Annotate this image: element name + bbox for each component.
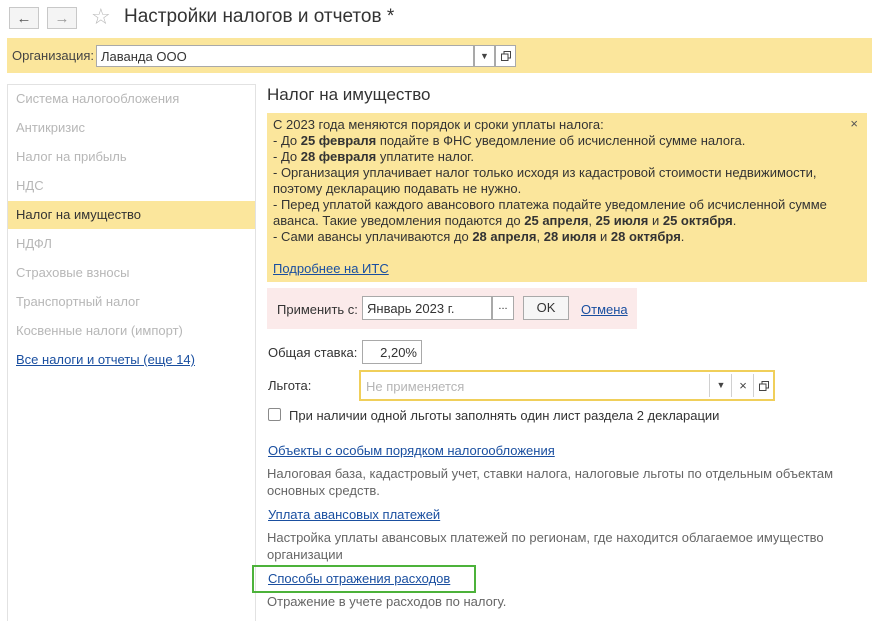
chevron-down-icon: ▼ [480,51,489,61]
benefit-field[interactable]: Не применяется ▼ × [359,370,775,401]
apply-from-label: Применить с: [277,302,358,317]
back-button[interactable]: ← [9,7,39,29]
advance-payments-link[interactable]: Уплата авансовых платежей [268,507,440,522]
organization-field[interactable]: Лаванда ООО [96,45,474,67]
organization-open-button[interactable] [495,45,516,67]
sidebar-item-all-taxes[interactable]: Все налоги и отчеты (еще 14) [8,346,255,374]
sidebar: Система налогообложения Антикризис Налог… [7,84,256,621]
one-sheet-checkbox[interactable] [268,408,281,421]
benefit-open-button[interactable] [753,374,774,397]
info-line: поэтому декларацию подавать не нужно. [273,181,522,196]
organization-value: Лаванда ООО [101,49,187,64]
choose-period-button[interactable]: ... [492,296,514,320]
info-notice: × С 2023 года меняются порядок и сроки у… [267,113,867,282]
clear-icon: × [739,378,747,393]
benefit-label: Льгота: [268,378,312,393]
rate-label: Общая ставка: [268,345,358,360]
sidebar-item-insurance[interactable]: Страховые взносы [8,259,255,287]
benefit-placeholder: Не применяется [366,379,465,394]
star-icon[interactable]: ☆ [91,4,111,30]
info-line: - До 25 февраля подайте в ФНС уведомлени… [273,133,746,148]
sidebar-item-transport-tax[interactable]: Транспортный налог [8,288,255,316]
rate-field[interactable]: 2,20% [362,340,422,364]
arrow-left-icon: ← [16,9,32,27]
chevron-down-icon: ▼ [716,380,726,390]
open-window-icon [500,51,511,61]
rate-value: 2,20% [380,345,417,360]
one-sheet-checkbox-label: При наличии одной льготы заполнять один … [289,408,720,423]
its-link[interactable]: Подробнее на ИТС [273,261,389,276]
apply-from-panel: Применить с: Январь 2023 г. ... OK Отмен… [267,288,637,329]
info-line: аванса. Такие уведомления подаются до 25… [273,213,737,228]
advance-payments-desc: Настройка уплаты авансовых платежей по р… [267,530,824,562]
organization-label: Организация: [12,48,95,63]
open-window-icon [759,380,769,391]
sidebar-item-vat[interactable]: НДС [8,172,255,200]
benefit-dropdown-button[interactable]: ▼ [709,374,732,397]
window-title: Настройки налогов и отчетов * [124,6,395,27]
sidebar-item-indirect-tax[interactable]: Косвенные налоги (импорт) [8,317,255,345]
organization-dropdown-button[interactable]: ▼ [474,45,495,67]
special-objects-link[interactable]: Объекты с особым порядком налогообложени… [268,443,555,458]
arrow-right-icon: → [54,9,70,27]
info-line: - Перед уплатой каждого авансового плате… [273,197,827,212]
info-line: - Организация уплачивает налог только ис… [273,165,817,180]
apply-from-field[interactable]: Январь 2023 г. [362,296,492,320]
expense-methods-link[interactable]: Способы отражения расходов [268,571,450,586]
special-objects-desc: Налоговая база, кадастровый учет, ставки… [267,466,834,498]
cancel-link[interactable]: Отмена [581,302,628,317]
sidebar-item-tax-system[interactable]: Система налогообложения [8,85,255,113]
expense-methods-desc: Отражение в учете расходов по налогу. [267,594,507,609]
info-line: - До 28 февраля уплатите налог. [273,149,474,164]
sidebar-item-profit-tax[interactable]: Налог на прибыль [8,143,255,171]
benefit-clear-button[interactable]: × [731,374,754,397]
info-line: - Сами авансы уплачиваются до 28 апреля,… [273,229,685,244]
ok-button[interactable]: OK [523,296,569,320]
sidebar-item-property-tax[interactable]: Налог на имущество [8,201,255,229]
sidebar-item-ndfl[interactable]: НДФЛ [8,230,255,258]
info-text: С 2023 года меняются порядок и сроки упл… [273,117,853,245]
info-line: С 2023 года меняются порядок и сроки упл… [273,117,604,132]
organization-bar: Организация: Лаванда ООО ▼ [7,38,872,73]
section-heading: Налог на имущество [267,85,431,104]
apply-from-value: Январь 2023 г. [367,301,455,316]
forward-button[interactable]: → [47,7,77,29]
sidebar-item-anticrisis[interactable]: Антикризис [8,114,255,142]
